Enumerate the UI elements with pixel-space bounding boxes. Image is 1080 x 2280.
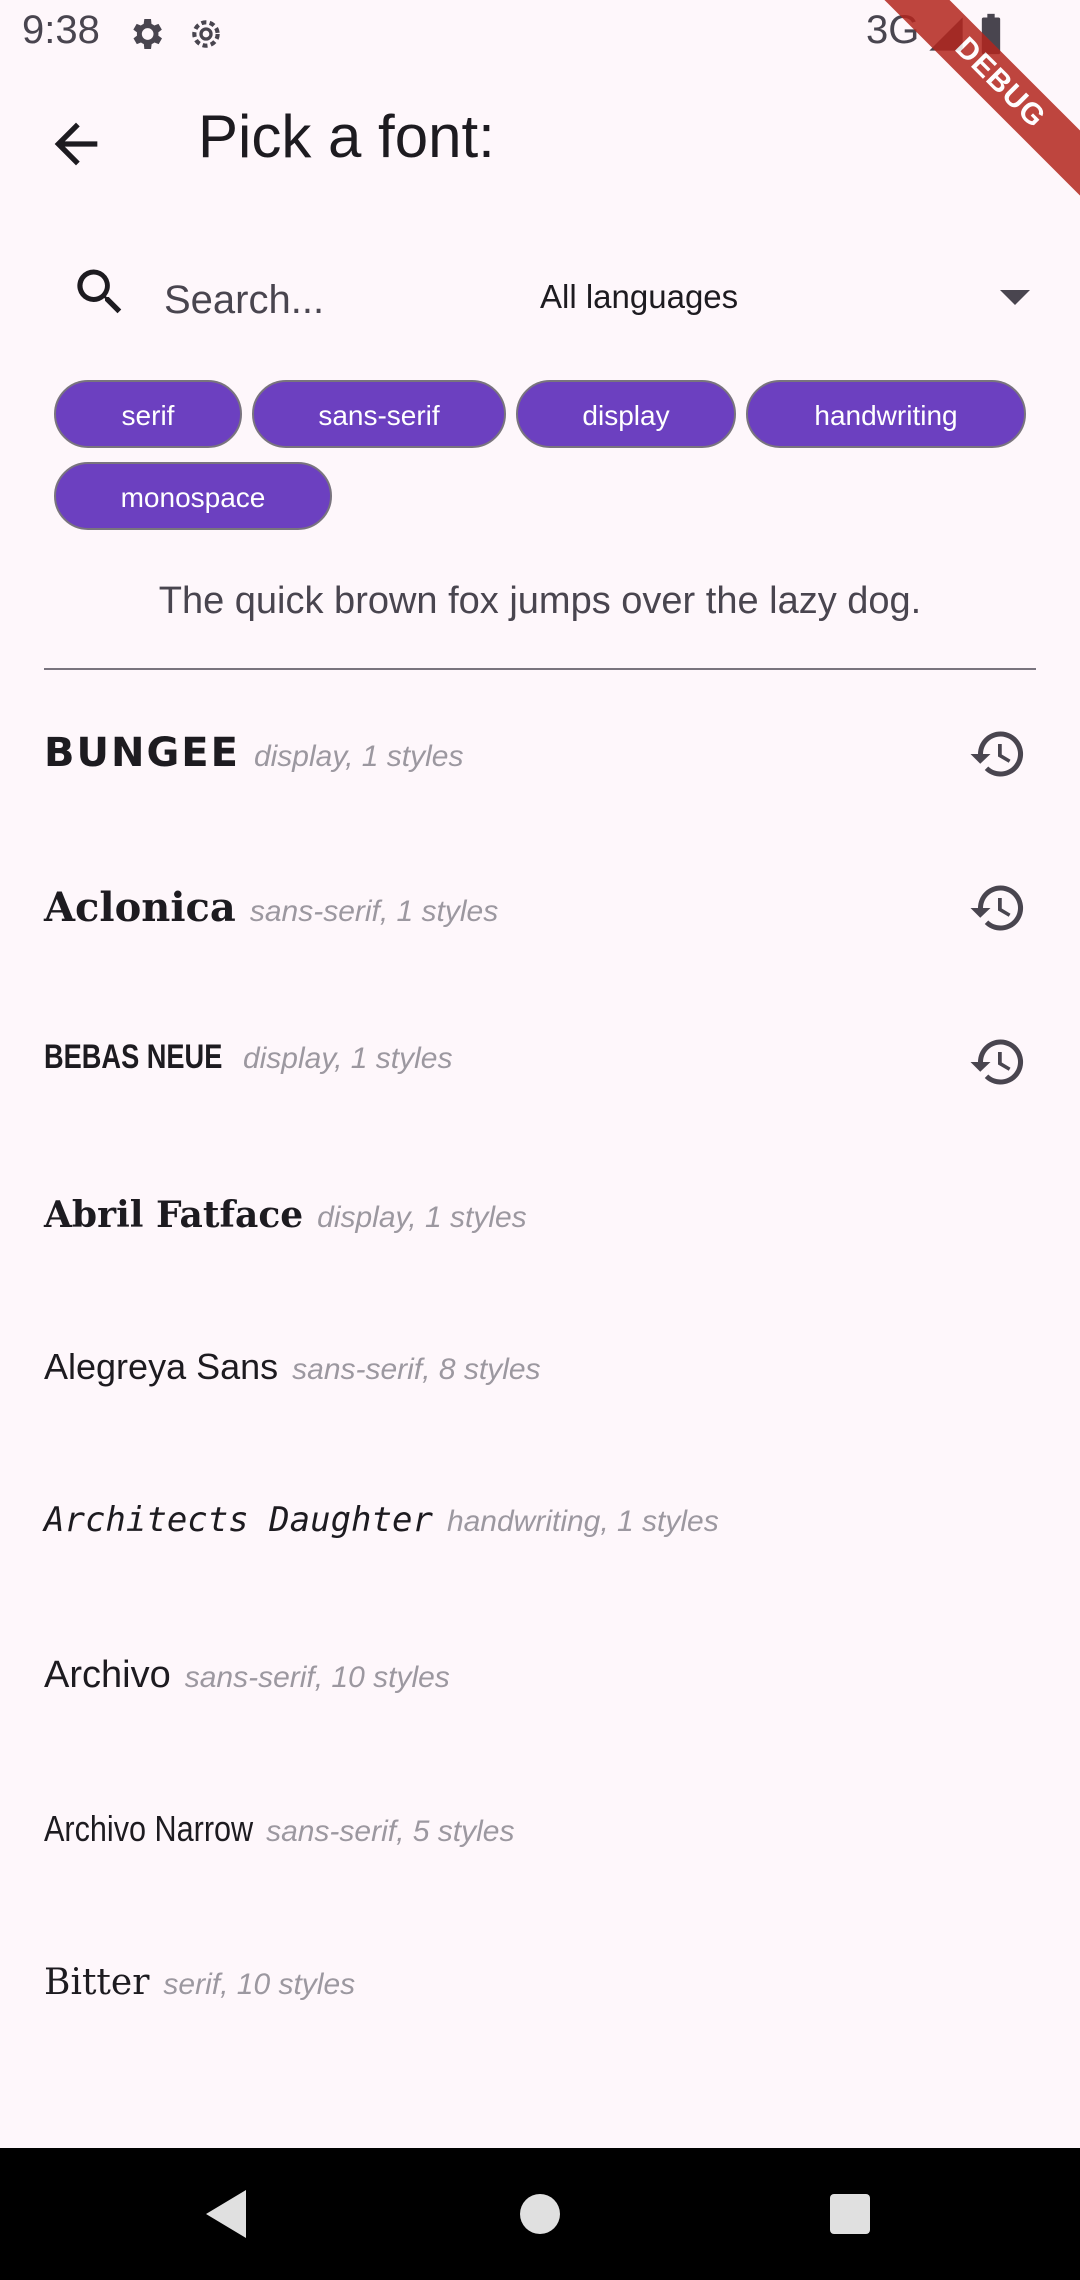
font-meta: display, 1 styles [242,1042,453,1075]
chip-display[interactable]: display [516,380,736,448]
font-name: Bitter [44,1962,150,2003]
font-name: Archivo Narrow [44,1808,254,1849]
search-input[interactable] [164,270,494,330]
font-meta: sans-serif, 1 styles [249,895,499,928]
font-meta: handwriting, 1 styles [446,1505,719,1538]
font-row-bebas-neue[interactable]: BEBAS NEUE display, 1 styles [44,1008,1036,1128]
font-meta: sans-serif, 10 styles [184,1661,450,1694]
font-name: BEBAS NEUE [44,1038,223,1076]
chip-sans-serif[interactable]: sans-serif [252,380,506,448]
status-time: 9:38 [22,8,100,52]
nav-back-icon[interactable] [206,2190,246,2238]
nav-home-icon[interactable] [520,2194,560,2234]
chip-handwriting[interactable]: handwriting [746,380,1026,448]
history-icon[interactable] [968,878,1028,938]
font-meta: serif, 10 styles [163,1968,356,2001]
font-name: BUNGEE [44,730,240,776]
font-meta: sans-serif, 8 styles [292,1353,541,1386]
chevron-down-icon [1000,290,1030,305]
font-name: Archivo [44,1654,171,1696]
font-row-archivo-narrow[interactable]: Archivo Narrow sans-serif, 5 styles [44,1778,1036,1898]
settings-icon [133,19,162,49]
font-row-bitter[interactable]: Bitter serif, 10 styles [44,1932,1036,2052]
chip-serif[interactable]: serif [54,380,242,448]
font-meta: display, 1 styles [253,740,464,773]
history-icon[interactable] [968,1032,1028,1092]
font-name: Architects Daughter [44,1500,433,1540]
font-name: Abril Fatface [44,1194,304,1236]
history-icon[interactable] [968,724,1028,784]
chip-monospace[interactable]: monospace [54,462,332,530]
language-selected: All languages [540,278,739,315]
settings-outline-icon [192,20,220,48]
divider [44,668,1036,670]
page-title: Pick a font: [198,103,495,170]
font-row-abril-fatface[interactable]: Abril Fatface display, 1 styles [44,1164,1036,1284]
search-icon [77,269,122,314]
font-name: Alegreya Sans [44,1346,279,1387]
preview-text: The quick brown fox jumps over the lazy … [158,580,922,622]
font-row-architects-daughter[interactable]: Architects Daughter handwriting, 1 styles [44,1470,1036,1590]
back-arrow-icon[interactable] [44,112,108,176]
language-dropdown[interactable]: All languages [540,270,1040,328]
font-row-archivo[interactable]: Archivo sans-serif, 10 styles [44,1624,1036,1744]
font-row-bungee[interactable]: BUNGEE display, 1 styles [44,700,1036,820]
font-row-alegreya-sans[interactable]: Alegreya Sans sans-serif, 8 styles [44,1316,1036,1436]
font-row-aclonica[interactable]: Aclonica sans-serif, 1 styles [44,854,1036,974]
font-name: Aclonica [44,884,236,931]
font-meta: sans-serif, 5 styles [266,1815,515,1848]
nav-recents-icon[interactable] [830,2194,870,2234]
font-meta: display, 1 styles [317,1201,527,1234]
